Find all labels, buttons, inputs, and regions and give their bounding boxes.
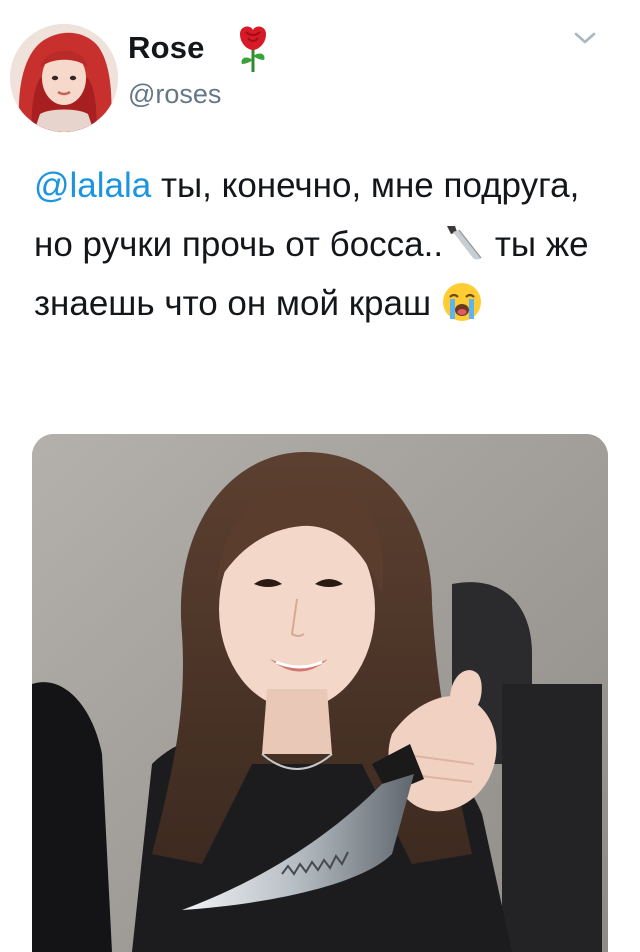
tweet-photo[interactable] — [32, 434, 608, 952]
knife-emoji-icon — [443, 222, 485, 264]
tweet-text: @lalala ты, конечно, мне подруга, но руч… — [34, 156, 620, 333]
rose-emoji-icon — [232, 24, 274, 74]
user-handle[interactable]: @roses — [128, 78, 221, 110]
loudly-crying-face-emoji-icon — [441, 281, 483, 323]
mention-link[interactable]: @lalala — [34, 166, 151, 205]
tweet-card: Rose @roses @lalala ты, конечно, мне под… — [0, 0, 640, 952]
avatar[interactable] — [10, 24, 118, 132]
display-name[interactable]: Rose — [128, 30, 205, 66]
chevron-down-icon[interactable] — [570, 26, 600, 50]
